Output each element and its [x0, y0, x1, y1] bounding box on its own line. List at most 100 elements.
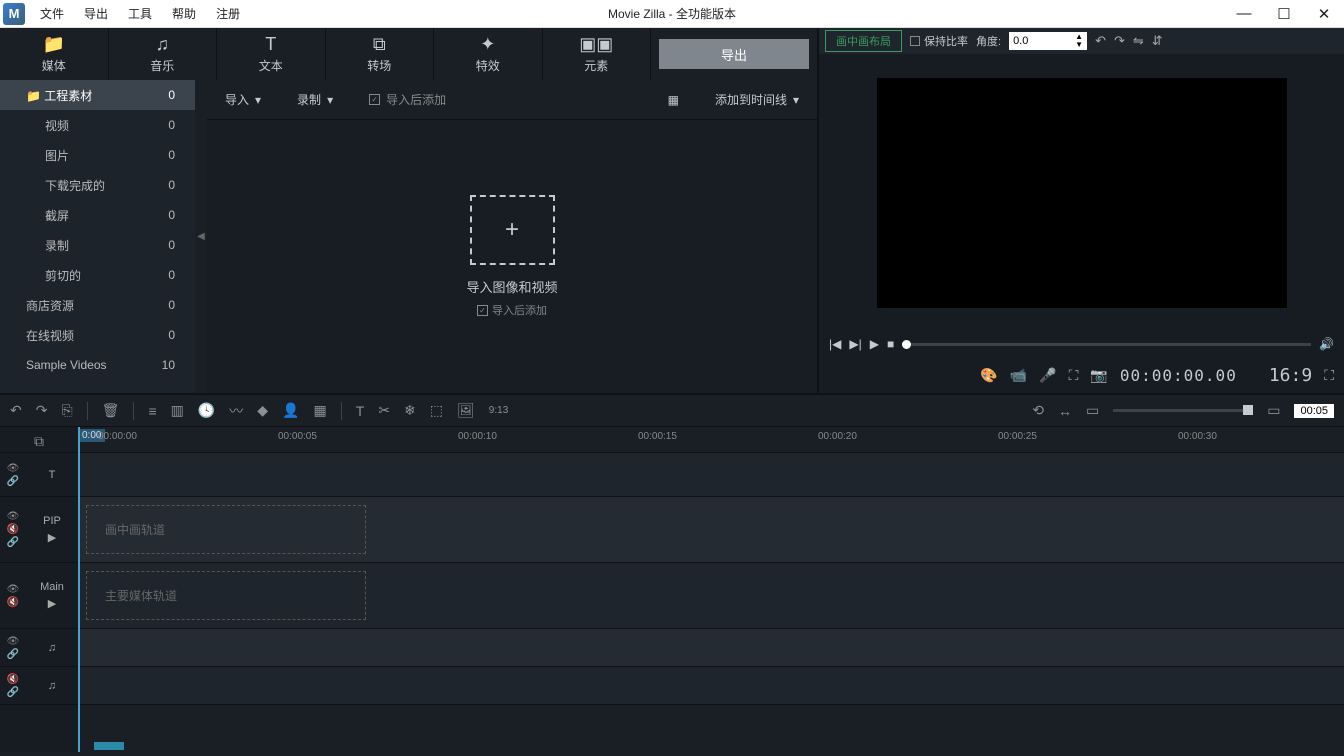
track-audio1[interactable] — [78, 629, 1344, 667]
timeline-ruler[interactable]: 0:00 00:00:0000:00:0500:00:1000:00:1500:… — [78, 427, 1344, 453]
tab-text[interactable]: T文本 — [217, 28, 326, 80]
menu-export[interactable]: 导出 — [74, 5, 118, 22]
tab-media[interactable]: 📁媒体 — [0, 28, 109, 80]
mosaic-icon[interactable]: ▦ — [314, 402, 327, 419]
sidebar-item-1[interactable]: 视频0 — [0, 110, 195, 140]
copy-icon[interactable]: ⎘ — [61, 402, 72, 419]
mute-icon[interactable]: 🔇 — [7, 674, 19, 685]
sidebar-count: 0 — [168, 298, 175, 312]
mic-icon[interactable]: 🎤 — [1039, 367, 1056, 384]
fullscreen-icon[interactable]: ⛶ — [1324, 367, 1334, 384]
menu-tools[interactable]: 工具 — [118, 5, 162, 22]
spinner-icon[interactable]: ▲▼ — [1075, 33, 1083, 49]
sidebar-item-4[interactable]: 截屏0 — [0, 200, 195, 230]
sidebar-item-2[interactable]: 图片0 — [0, 140, 195, 170]
media-drop-zone[interactable]: + 导入图像和视频 ✓导入后添加 — [207, 120, 817, 393]
link-icon[interactable]: 🔗 — [7, 537, 19, 548]
drop-add-after-checkbox[interactable]: ✓导入后添加 — [477, 302, 547, 318]
person-icon[interactable]: 👤 — [282, 402, 299, 419]
tab-elements[interactable]: ▣▣元素 — [543, 28, 652, 80]
track-text[interactable] — [78, 453, 1344, 497]
eye-icon[interactable]: 👁 — [7, 636, 20, 647]
refresh-icon[interactable]: ⟲ — [1032, 402, 1044, 419]
main-placeholder: 主要媒体轨道 — [86, 571, 366, 620]
zoom-slider[interactable] — [1113, 409, 1253, 412]
zoom-in-icon[interactable]: ▭ — [1267, 402, 1280, 419]
flip-horizontal-icon[interactable]: ⇋ — [1133, 33, 1144, 49]
link-icon[interactable]: 🔗 — [7, 649, 19, 660]
clock-icon[interactable]: 🕓 — [198, 402, 215, 419]
stop-button[interactable]: ■ — [887, 337, 894, 351]
eye-icon[interactable]: 👁 — [7, 584, 20, 595]
export-button[interactable]: 导出 — [659, 39, 809, 69]
media-sidebar: 📁 工程素材0视频0图片0下载完成的0截屏0录制0剪切的0商店资源0在线视频0S… — [0, 80, 195, 393]
redo-icon[interactable]: ↷ — [36, 402, 48, 419]
track-pip[interactable]: 画中画轨道 — [78, 497, 1344, 563]
freeze-icon[interactable]: ❄ — [404, 402, 416, 419]
record-button[interactable]: 录制▾ — [279, 91, 351, 108]
mute-icon[interactable]: 🔇 — [7, 524, 19, 535]
undo-icon[interactable]: ↶ — [10, 402, 22, 419]
camera-video-icon[interactable]: 📹 — [1010, 367, 1027, 384]
play-button[interactable]: ▶ — [870, 337, 879, 351]
drop-box[interactable]: + — [470, 195, 555, 265]
maximize-button[interactable]: ☐ — [1264, 5, 1304, 23]
keep-ratio-checkbox[interactable]: 保持比率 — [910, 33, 968, 49]
duration-input[interactable]: 00:05 — [1294, 404, 1334, 418]
tracks-icon[interactable]: ▥ — [171, 402, 184, 419]
add-after-import-checkbox[interactable]: ✓导入后添加 — [351, 91, 464, 108]
eye-icon[interactable]: 👁 — [7, 463, 20, 474]
sidebar-item-8[interactable]: 在线视频0 — [0, 320, 195, 350]
audio-wave-icon[interactable]: 〰 — [229, 401, 243, 421]
sidebar-collapse-button[interactable]: ◀ — [195, 80, 207, 393]
track-main[interactable]: 主要媒体轨道 — [78, 563, 1344, 629]
menu-help[interactable]: 帮助 — [162, 5, 206, 22]
sidebar-item-3[interactable]: 下载完成的0 — [0, 170, 195, 200]
view-grid-button[interactable]: ▦ — [650, 93, 697, 107]
capture-icon[interactable]: ⛶ — [1069, 367, 1079, 384]
tab-transition[interactable]: ⧉转场 — [326, 28, 435, 80]
image-icon[interactable]: 🖼 — [457, 402, 475, 419]
sidebar-item-6[interactable]: 剪切的0 — [0, 260, 195, 290]
link-icon[interactable]: 🔗 — [7, 476, 19, 487]
text-tool-icon[interactable]: T — [356, 403, 365, 419]
add-to-timeline-button[interactable]: 添加到时间线▾ — [697, 91, 817, 108]
sidebar-item-0[interactable]: 📁 工程素材0 — [0, 80, 195, 110]
crop-icon[interactable]: ⬚ — [430, 402, 443, 419]
timeline-scrollbar-thumb[interactable] — [94, 742, 124, 750]
overlap-icon[interactable]: ⧉ — [34, 433, 44, 450]
next-frame-button[interactable]: ▶| — [849, 337, 861, 351]
align-icon[interactable]: ≡ — [148, 403, 156, 419]
fit-icon[interactable]: ↔ — [1058, 403, 1072, 419]
tab-music[interactable]: ♫音乐 — [109, 28, 218, 80]
import-button[interactable]: 导入▾ — [207, 91, 279, 108]
angle-input[interactable]: 0.0▲▼ — [1009, 32, 1087, 50]
mute-icon[interactable]: 🔇 — [7, 597, 19, 608]
menu-register[interactable]: 注册 — [206, 5, 250, 22]
link-icon[interactable]: 🔗 — [7, 687, 19, 698]
sidebar-item-7[interactable]: 商店资源0 — [0, 290, 195, 320]
snapshot-icon[interactable]: 📷 — [1090, 367, 1107, 384]
playhead[interactable] — [78, 427, 80, 752]
rotate-ccw-icon[interactable]: ↶ — [1095, 33, 1106, 49]
close-button[interactable]: ✕ — [1304, 5, 1344, 23]
zoom-out-icon[interactable]: ▭ — [1086, 402, 1099, 419]
eye-icon[interactable]: 👁 — [7, 511, 20, 522]
menu-file[interactable]: 文件 — [30, 5, 74, 22]
track-audio2[interactable] — [78, 667, 1344, 705]
scissors-icon[interactable]: ✂ — [378, 402, 390, 419]
marker-icon[interactable]: ◆ — [257, 402, 268, 419]
seek-bar[interactable] — [902, 343, 1311, 346]
sidebar-count: 0 — [168, 328, 175, 342]
pip-layout-button[interactable]: 画中画布局 — [825, 30, 902, 52]
palette-icon[interactable]: 🎨 — [980, 367, 997, 384]
volume-button[interactable]: 🔊 — [1319, 337, 1334, 351]
sidebar-item-9[interactable]: Sample Videos10 — [0, 350, 195, 380]
rotate-cw-icon[interactable]: ↷ — [1114, 33, 1125, 49]
delete-icon[interactable]: 🗑 — [102, 402, 120, 419]
tab-effects[interactable]: ✦特效 — [434, 28, 543, 80]
sidebar-item-5[interactable]: 录制0 — [0, 230, 195, 260]
flip-vertical-icon[interactable]: ⇵ — [1152, 33, 1163, 49]
prev-frame-button[interactable]: |◀ — [829, 337, 841, 351]
minimize-button[interactable]: — — [1224, 5, 1264, 23]
